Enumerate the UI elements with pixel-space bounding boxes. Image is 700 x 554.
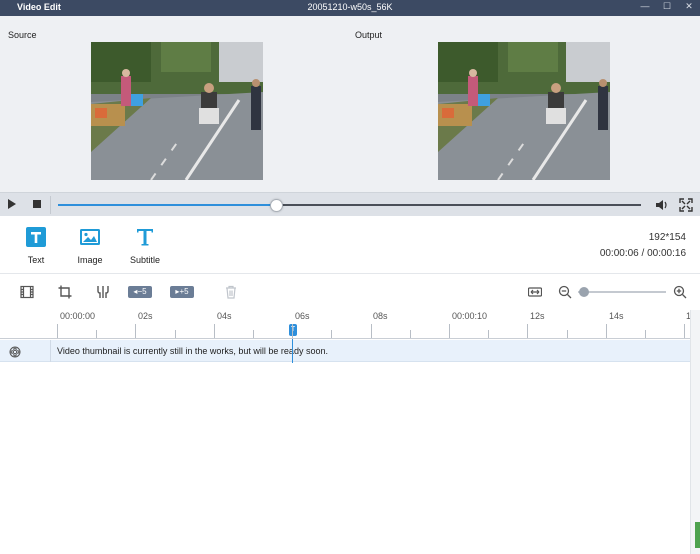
playback-slider-thumb[interactable] xyxy=(270,199,284,212)
track-status-message: Video thumbnail is currently still in th… xyxy=(57,346,328,356)
corner-indicator xyxy=(695,522,700,548)
minimize-button[interactable]: — xyxy=(634,0,656,16)
stop-icon[interactable] xyxy=(33,200,41,208)
text-icon xyxy=(25,226,47,248)
playhead-line xyxy=(292,339,293,363)
zoom-out-icon[interactable] xyxy=(558,285,572,299)
subtitle-tool-label: Subtitle xyxy=(129,255,161,265)
ruler-tick xyxy=(527,324,529,338)
ruler-tick xyxy=(370,324,372,338)
zoom-in-icon[interactable] xyxy=(673,285,687,299)
play-icon[interactable] xyxy=(8,199,16,209)
ruler-tick xyxy=(409,330,411,338)
image-tool-button[interactable]: Image xyxy=(65,226,115,265)
title-bar: Video Edit 20051210-w50s_56K — ☐ ✕ xyxy=(0,0,700,16)
tools-row: Text Image Subtitle 192*154 00:00:06 / 0… xyxy=(0,216,700,274)
source-video-frame xyxy=(91,42,263,180)
ruler-tick xyxy=(96,330,98,338)
ruler-tick xyxy=(292,324,294,338)
ruler-tick xyxy=(566,330,568,338)
playback-slider[interactable] xyxy=(58,199,641,212)
output-label: Output xyxy=(355,30,383,40)
timeline-empty-area xyxy=(0,363,690,554)
ruler-tick xyxy=(331,330,333,338)
subtitle-icon xyxy=(134,226,156,248)
ruler-tick xyxy=(449,324,450,338)
track-divider xyxy=(50,340,51,362)
split-icon[interactable] xyxy=(96,285,110,299)
video-edit-window: Video Edit 20051210-w50s_56K — ☐ ✕ Sourc… xyxy=(0,0,700,554)
ruler-label-4s: 04s xyxy=(217,311,232,321)
ruler-tick xyxy=(253,330,254,338)
volume-icon[interactable] xyxy=(655,198,669,212)
ruler-tick xyxy=(135,324,137,338)
text-tool-button[interactable]: Text xyxy=(11,226,61,265)
source-label: Source xyxy=(8,30,37,40)
back-5-button[interactable]: ◂−5 xyxy=(128,286,152,298)
ruler-label-10s: 00:00:10 xyxy=(452,311,488,321)
ruler-label-8s: 08s xyxy=(373,311,388,321)
close-button[interactable]: ✕ xyxy=(678,0,700,16)
timeline-scrollbar[interactable] xyxy=(690,310,700,554)
ruler-label-12s: 12s xyxy=(530,311,545,321)
output-video-frame xyxy=(438,42,610,180)
zoom-slider-thumb[interactable] xyxy=(579,287,589,297)
ruler-tick xyxy=(213,324,215,338)
video-track[interactable]: Video thumbnail is currently still in th… xyxy=(0,340,690,362)
ruler-label-6s: 06s xyxy=(295,311,310,321)
timeline-ruler[interactable]: 00:00:00 02s 04s 06s 08s 00:00:10 12s 14… xyxy=(0,310,700,339)
preview-area: Source Output xyxy=(0,16,700,192)
ruler-tick xyxy=(605,324,607,338)
zoom-slider[interactable] xyxy=(578,291,666,293)
trash-icon[interactable] xyxy=(224,285,238,299)
ruler-label-0: 00:00:00 xyxy=(60,311,96,321)
image-icon xyxy=(79,226,101,248)
subtitle-tool-button[interactable]: Subtitle xyxy=(120,226,170,265)
playback-bar xyxy=(0,192,700,216)
image-tool-label: Image xyxy=(77,255,103,265)
crop-icon[interactable] xyxy=(58,285,72,299)
maximize-button[interactable]: ☐ xyxy=(656,0,678,16)
ruler-tick xyxy=(645,330,646,338)
text-tool-label: Text xyxy=(27,255,45,265)
film-reel-icon xyxy=(9,345,21,358)
ruler-tick xyxy=(684,324,686,338)
ruler-label-2s: 02s xyxy=(138,311,153,321)
ruler-tick xyxy=(57,324,58,338)
ruler-tick xyxy=(488,330,490,338)
film-icon[interactable] xyxy=(20,285,34,299)
forward-5-button[interactable]: ▸+5 xyxy=(170,286,194,298)
resolution-readout: 192*154 xyxy=(648,232,686,243)
timecode-readout: 00:00:06 / 00:00:16 xyxy=(599,248,686,259)
file-title: 20051210-w50s_56K xyxy=(307,2,393,12)
fullscreen-icon[interactable] xyxy=(679,198,693,212)
ruler-label-14s: 14s xyxy=(609,311,624,321)
playbar-divider xyxy=(50,196,51,214)
edit-toolbar: ◂−5 ▸+5 xyxy=(0,275,700,310)
fit-width-icon[interactable] xyxy=(527,285,543,299)
ruler-tick xyxy=(174,330,176,338)
playback-progress-fill xyxy=(58,204,278,206)
